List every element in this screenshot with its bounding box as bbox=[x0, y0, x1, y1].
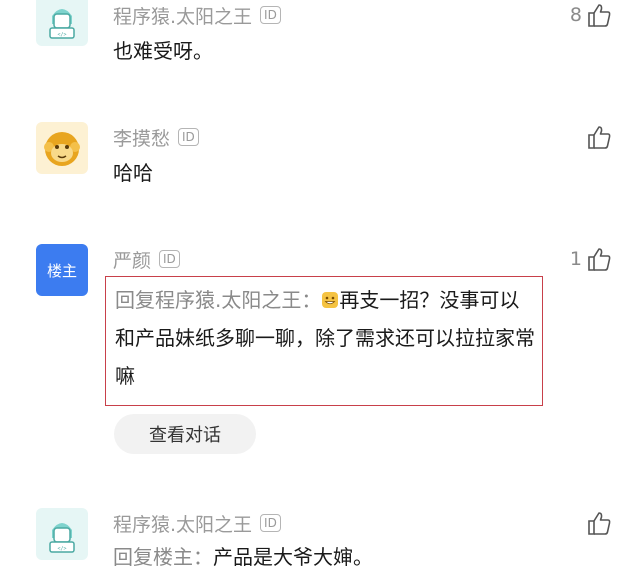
reply-text: 回复程序猿.太阳之王： 再支一招？没事可以和产品妹纸多聊一聊，除了需求还可以拉拉家… bbox=[115, 281, 535, 395]
avatar[interactable]: </> bbox=[36, 508, 88, 560]
thumbs-up-icon bbox=[588, 4, 611, 27]
username[interactable]: 李摸愁 bbox=[113, 124, 170, 151]
avatar[interactable]: </> bbox=[36, 0, 88, 46]
thumbs-up-icon bbox=[588, 512, 611, 535]
comment-text: 也难受呀。 bbox=[113, 39, 213, 63]
thumbs-up-icon bbox=[588, 248, 611, 271]
thumbs-up-icon bbox=[588, 126, 611, 149]
id-badge: ID bbox=[260, 514, 281, 532]
host-label: 楼主 bbox=[46, 261, 77, 280]
comment-text: 哈哈 bbox=[113, 161, 153, 185]
username[interactable]: 程序猿.太阳之王 bbox=[113, 510, 252, 537]
like-button[interactable] bbox=[582, 510, 612, 536]
id-badge: ID bbox=[178, 128, 199, 146]
reply-prefix[interactable]: 回复程序猿.太阳之王： bbox=[115, 288, 321, 312]
comment-text: 回复楼主：产品是大爷大婶。 bbox=[113, 538, 373, 576]
id-badge: ID bbox=[260, 6, 281, 24]
svg-text:</>: </> bbox=[57, 32, 66, 38]
coder-avatar-icon: </> bbox=[49, 9, 75, 39]
grin-emoji-icon bbox=[322, 292, 339, 308]
avatar[interactable] bbox=[36, 122, 88, 174]
username[interactable]: 严颜 bbox=[113, 246, 151, 273]
reply-body: 产品是大爷大婶。 bbox=[213, 545, 373, 569]
like-count: 8 bbox=[569, 4, 582, 26]
id-badge: ID bbox=[159, 250, 180, 268]
coder-avatar-icon: </> bbox=[49, 523, 75, 553]
view-conversation-button[interactable]: 查看对话 bbox=[114, 414, 256, 454]
highlighted-reply: 回复程序猿.太阳之王： 再支一招？没事可以和产品妹纸多聊一聊，除了需求还可以拉拉家… bbox=[105, 276, 543, 406]
svg-text:</>: </> bbox=[57, 546, 66, 552]
monkey-avatar-icon bbox=[44, 132, 80, 166]
host-avatar[interactable]: 楼主 bbox=[36, 244, 88, 296]
username[interactable]: 程序猿.太阳之王 bbox=[113, 2, 252, 29]
reply-prefix[interactable]: 回复楼主： bbox=[113, 545, 213, 569]
like-button[interactable] bbox=[582, 124, 612, 150]
like-button[interactable]: 8 bbox=[570, 2, 612, 28]
like-count: 1 bbox=[569, 248, 582, 270]
like-button[interactable]: 1 bbox=[570, 246, 612, 272]
